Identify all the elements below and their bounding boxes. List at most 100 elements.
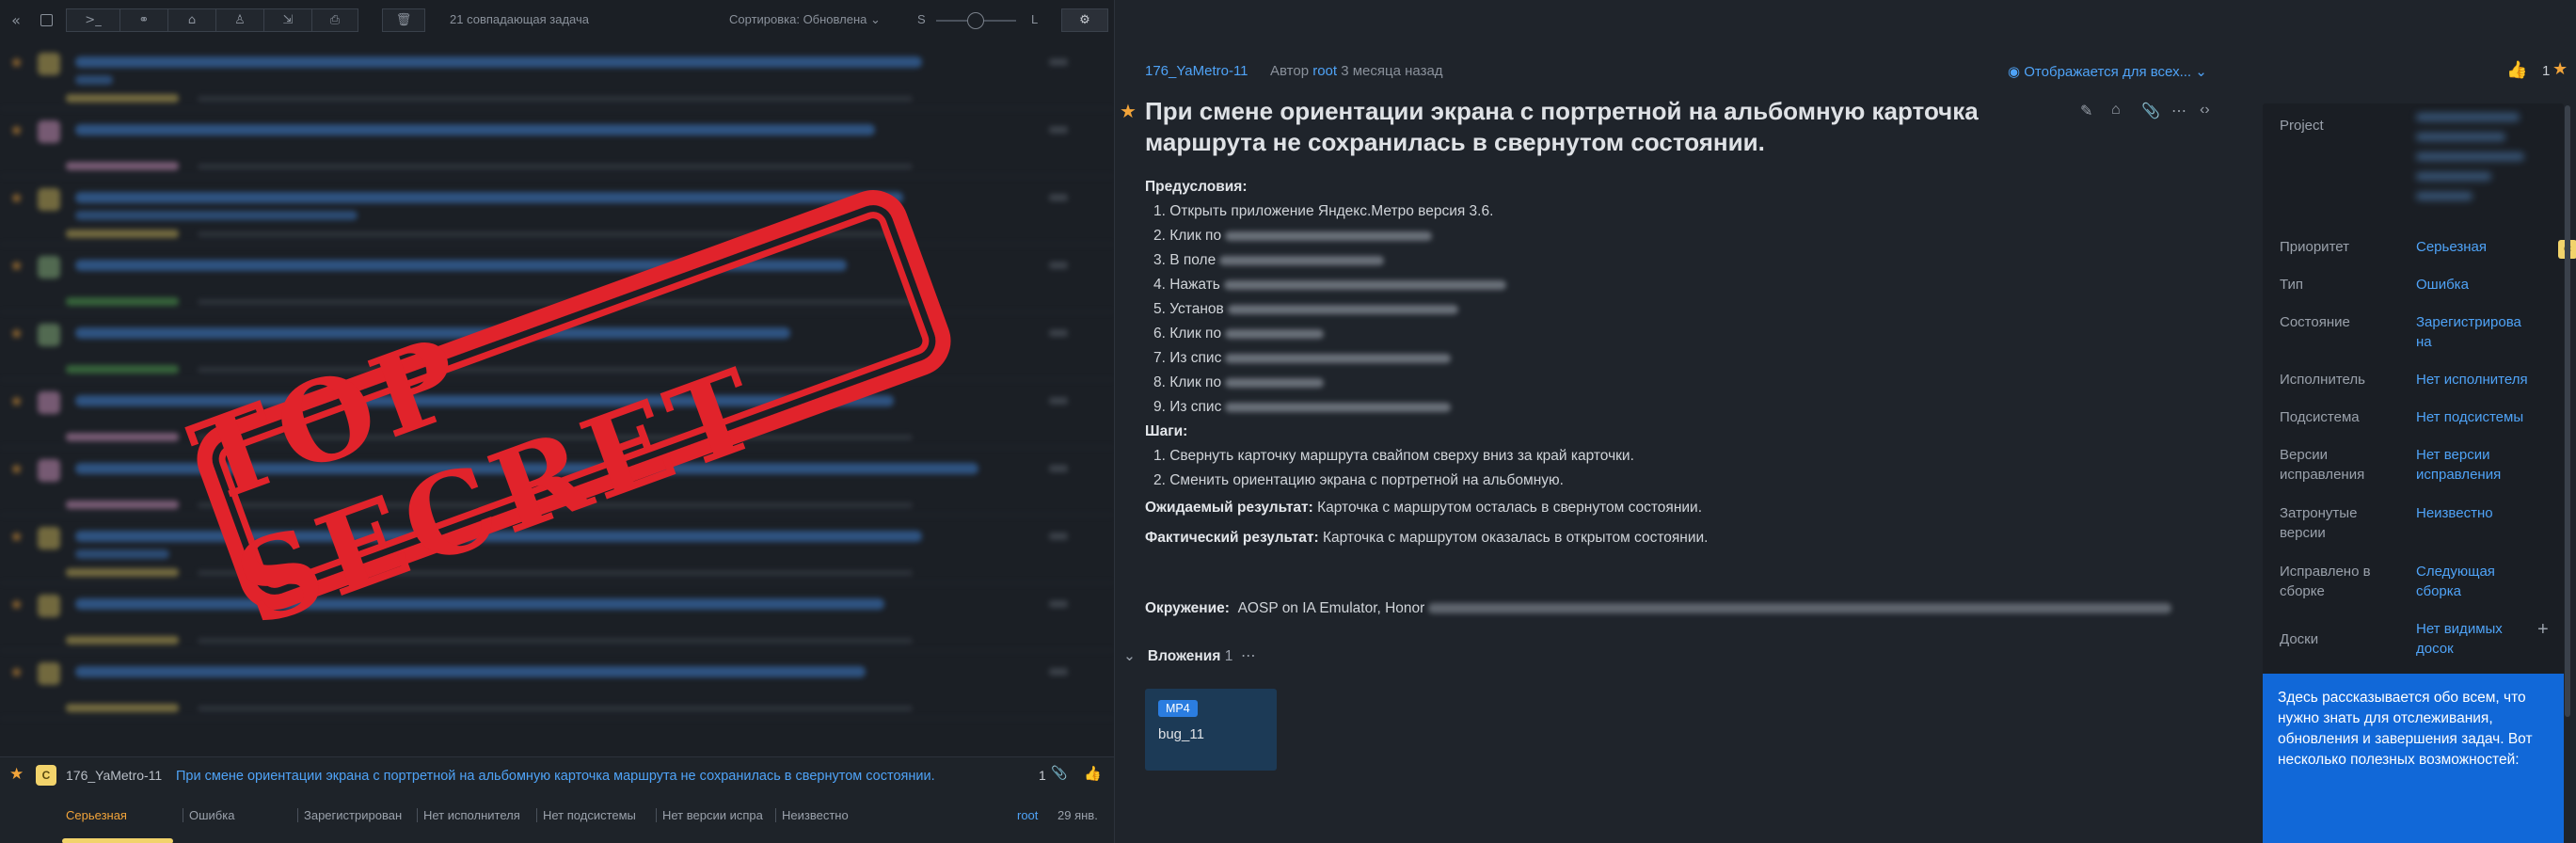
delete-button[interactable]: 🗑	[382, 8, 425, 32]
thumbs-up-icon[interactable]: 👍	[2506, 60, 2527, 80]
list-item[interactable]: ★	[0, 109, 1114, 177]
print-button[interactable]: ⎙	[311, 8, 358, 32]
list-item[interactable]: ★	[0, 583, 1114, 651]
avatar	[38, 53, 60, 75]
step-item: 1. Свернуть карточку маршрута свайпом св…	[1153, 448, 1634, 464]
issue-key-link[interactable]: 176_YaMetro-11	[1145, 63, 1248, 79]
author-line: Автор root 3 месяца назад	[1270, 63, 1443, 79]
created-age: 3 месяца назад	[1341, 63, 1443, 79]
terminal-icon: >_	[85, 13, 102, 27]
step-item: 2. Сменить ориентацию экрана с портретно…	[1153, 472, 1564, 488]
steps-heading: Шаги:	[1145, 423, 1188, 439]
visibility-dropdown[interactable]: ◉ Отображается для всех... ⌄	[2008, 63, 2207, 80]
updated-date: 29 янв.	[1057, 808, 1098, 822]
thumbs-up-icon[interactable]: 👍	[1084, 765, 1102, 782]
select-all-checkbox[interactable]	[38, 8, 55, 32]
precondition-item: 8. Клик по	[1145, 371, 2180, 395]
paperclip-icon: 📎	[1051, 766, 1068, 781]
issue-title-link[interactable]: При смене ориентации экрана с портретной…	[176, 767, 1004, 786]
redacted-text	[1223, 279, 1506, 290]
avatar	[38, 324, 60, 346]
attachment-count: 1	[1039, 768, 1046, 783]
star-icon[interactable]: ★	[1120, 100, 1137, 123]
issue-detail-pane: 176_YaMetro-11 Автор root 3 месяца назад…	[1116, 0, 2576, 843]
precondition-item: 1. Открыть приложение Яндекс.Метро верси…	[1153, 203, 1494, 219]
command-button[interactable]: >_	[66, 8, 120, 32]
field-assignee[interactable]: Нет исполнителя	[417, 808, 534, 822]
paperclip-icon[interactable]: 📎	[2141, 102, 2160, 120]
star-icon: ★	[9, 54, 24, 72]
issue-description: Предусловия: 1. Открыть приложение Яндек…	[1145, 175, 2180, 553]
fields-panel-scrollbar[interactable]	[2565, 105, 2570, 717]
sort-dropdown[interactable]: Сортировка: Обновлена ⌄	[729, 12, 881, 27]
edit-icon[interactable]: ✎	[2080, 102, 2092, 120]
field-type[interactable]: Ошибка	[183, 808, 295, 822]
tag-button[interactable]: ⌂	[167, 8, 216, 32]
more-icon[interactable]: ⋯	[2171, 102, 2186, 120]
precondition-item: 2. Клик по	[1145, 224, 2180, 248]
help-tooltip: Здесь рассказывается обо всем, что нужно…	[2263, 674, 2564, 843]
field-label: Project	[2280, 118, 2324, 134]
settings-button[interactable]: ⚙	[1061, 8, 1108, 32]
star-icon: ★	[9, 392, 24, 411]
attachments-toggle[interactable]: ⌄ Вложения 1 ⋯	[1123, 647, 1255, 665]
code-icon[interactable]: ‹›	[2200, 102, 2210, 119]
redacted-text	[1428, 603, 2172, 614]
field-priority[interactable]: Серьезная	[66, 808, 179, 822]
precondition-item: 3. В поле	[1145, 248, 2180, 273]
avatar	[38, 527, 60, 549]
size-small-label: S	[917, 12, 926, 26]
double-chevron-left-icon[interactable]: «	[6, 8, 26, 32]
assignee-button[interactable]: ♙	[215, 8, 264, 32]
star-icon: ★	[9, 189, 24, 208]
author-prefix: Автор	[1270, 63, 1310, 79]
redacted-text	[1225, 231, 1433, 241]
size-slider-knob[interactable]	[967, 12, 984, 29]
issue-fields: Серьезная Ошибка Зарегистрирован Нет исп…	[0, 808, 1114, 827]
list-item[interactable]: ★	[0, 651, 1114, 719]
export-icon: ⇲	[282, 13, 294, 27]
list-item[interactable]: ★	[0, 41, 1114, 109]
star-icon[interactable]: ★	[9, 765, 24, 784]
export-button[interactable]: ⇲	[263, 8, 312, 32]
priority-color-bar	[62, 838, 173, 843]
star-icon: ★	[9, 121, 24, 140]
star-icon: ★	[9, 257, 24, 276]
redacted-text	[1225, 353, 1452, 363]
attachment-card[interactable]: MP4 bug_11	[1145, 689, 1277, 771]
environment-value: AOSP on IA Emulator, Honor	[1237, 600, 1425, 616]
preconditions-heading: Предусловия:	[1145, 179, 1248, 195]
expected-result: Ожидаемый результат: Карточка с маршруто…	[1145, 500, 1702, 516]
tag-icon: ⌂	[187, 13, 197, 27]
chevron-down-icon: ⌄	[2195, 64, 2207, 80]
star-icon[interactable]: ★	[2552, 59, 2568, 79]
attachments-label: Вложения	[1147, 648, 1221, 664]
tag-icon[interactable]: ⌂	[2111, 102, 2121, 119]
precondition-item: 5. Установ	[1145, 297, 2180, 322]
avatar	[38, 391, 60, 414]
author-link[interactable]: root	[1312, 63, 1337, 79]
precondition-item: 6. Клик по	[1145, 322, 2180, 346]
visibility-label: Отображается для всех...	[2024, 64, 2192, 80]
redacted-text	[1227, 304, 1458, 314]
field-state[interactable]: Зарегистрирован	[297, 808, 415, 822]
link-button[interactable]: ⚭	[119, 8, 168, 32]
field-subsystem[interactable]: Нет подсистемы	[536, 808, 654, 822]
author-link[interactable]: root	[1017, 808, 1038, 822]
redacted-text	[1225, 402, 1452, 412]
redacted-text	[1225, 328, 1325, 339]
avatar	[38, 459, 60, 482]
field-fix-versions[interactable]: Нет версии испра	[656, 808, 773, 822]
link-icon: ⚭	[138, 13, 150, 27]
add-board-icon[interactable]: +	[2537, 619, 2549, 641]
redacted-text	[1225, 377, 1325, 388]
actual-result: Фактический результат: Карточка с маршру…	[1145, 530, 1709, 546]
selected-issue-row[interactable]: ★ C 176_YaMetro-11 При смене ориентации …	[0, 756, 1114, 843]
precondition-item: 7. Из спис	[1145, 346, 2180, 371]
file-type-badge: MP4	[1158, 700, 1198, 717]
sort-label: Сортировка: Обновлена	[729, 12, 867, 26]
more-icon[interactable]: ⋯	[1241, 648, 1256, 664]
attachment-name: bug_11	[1158, 726, 1204, 742]
issue-key[interactable]: 176_YaMetro-11	[66, 768, 162, 783]
field-affected-versions[interactable]: Неизвестно	[775, 808, 893, 822]
